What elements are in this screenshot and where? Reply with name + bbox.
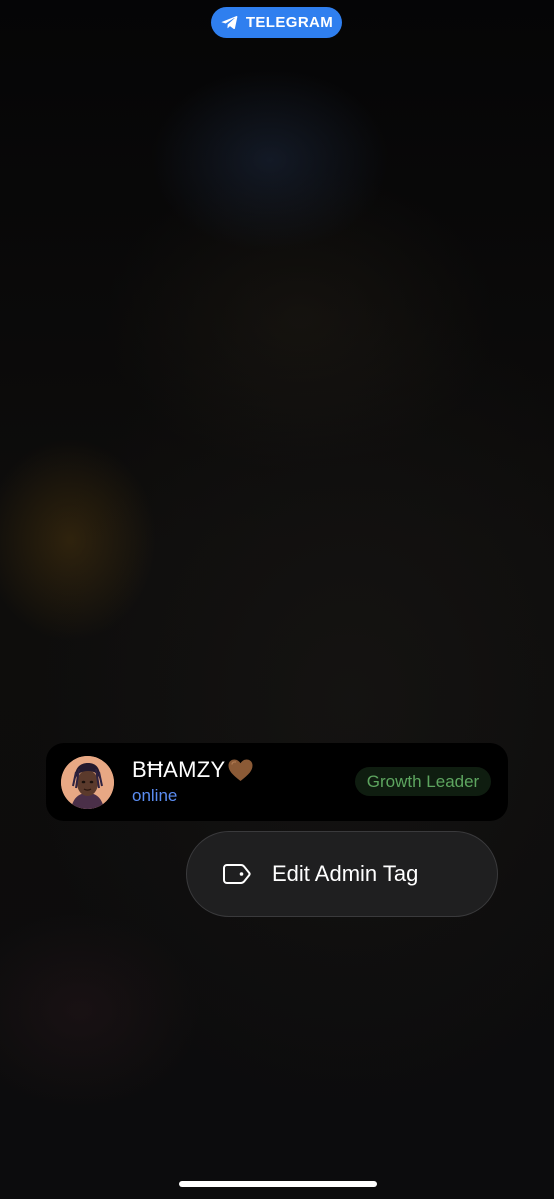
brown-heart-icon [227, 758, 254, 783]
admin-tag-badge: Growth Leader [355, 767, 491, 796]
badge-label: TELEGRAM [245, 14, 334, 31]
telegram-badge: TELEGRAM [211, 7, 342, 38]
member-name-row: BĦAMZY [132, 757, 254, 783]
member-name: BĦAMZY [132, 757, 226, 782]
tag-icon [222, 863, 252, 885]
member-status: online [132, 786, 178, 805]
edit-admin-tag-menu-item[interactable]: Edit Admin Tag [186, 831, 498, 917]
menu-item-label: Edit Admin Tag [272, 861, 419, 886]
avatar[interactable] [61, 756, 114, 809]
blurred-background [0, 0, 554, 1199]
home-indicator[interactable] [179, 1181, 377, 1187]
member-card: BĦAMZY online Growth Leader [46, 743, 508, 821]
telegram-plane-icon [220, 13, 239, 32]
